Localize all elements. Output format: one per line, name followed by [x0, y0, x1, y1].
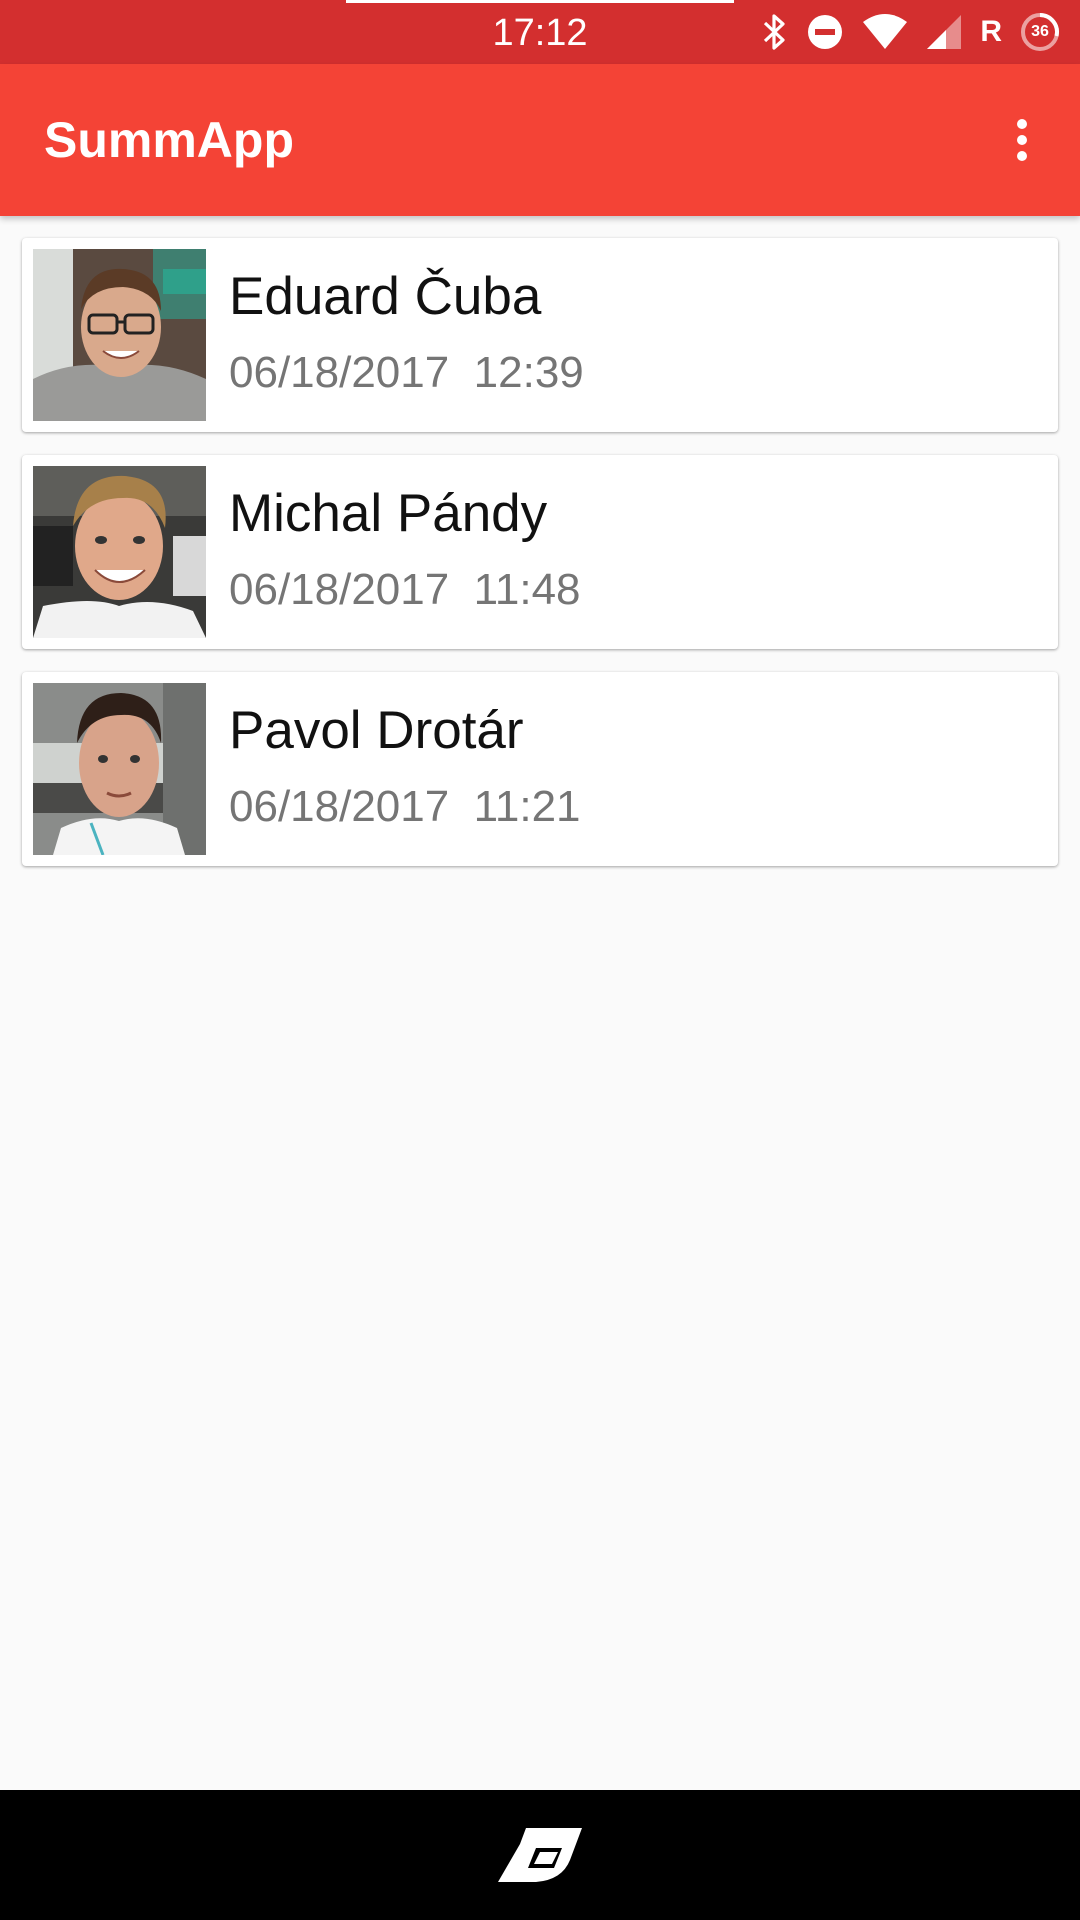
wifi-icon [862, 14, 908, 50]
do-not-disturb-icon [806, 13, 844, 51]
network-type-label: R [980, 15, 1002, 48]
summary-list: Eduard Čuba 06/18/2017 12:39 Michal Pánd… [22, 238, 1058, 889]
app-title: SummApp [44, 112, 294, 168]
navigation-bar [0, 1790, 1080, 1920]
avatar [33, 466, 206, 638]
app-bar: SummApp [0, 64, 1080, 216]
entry-datetime: 06/18/2017 11:21 [229, 782, 581, 831]
cellular-signal-icon [926, 14, 962, 50]
battery-icon: 36 [1020, 12, 1060, 52]
entry-datetime: 06/18/2017 12:39 [229, 348, 584, 397]
avatar [33, 249, 206, 421]
status-bar: 17:12 R 36 [0, 0, 1080, 64]
overflow-menu-button[interactable] [986, 104, 1058, 176]
list-item[interactable]: Pavol Drotár 06/18/2017 11:21 [22, 672, 1058, 866]
person-name: Michal Pándy [229, 484, 548, 543]
status-icons: R 36 [762, 0, 1060, 64]
avatar [33, 683, 206, 855]
list-item[interactable]: Michal Pándy 06/18/2017 11:48 [22, 455, 1058, 649]
person-name: Pavol Drotár [229, 701, 524, 760]
bluetooth-icon [762, 13, 788, 51]
person-name: Eduard Čuba [229, 267, 542, 326]
battery-level: 36 [1031, 23, 1049, 40]
more-vert-icon [1017, 119, 1027, 161]
oem-logo-icon[interactable] [496, 1824, 584, 1886]
list-item[interactable]: Eduard Čuba 06/18/2017 12:39 [22, 238, 1058, 432]
entry-datetime: 06/18/2017 11:48 [229, 565, 581, 614]
